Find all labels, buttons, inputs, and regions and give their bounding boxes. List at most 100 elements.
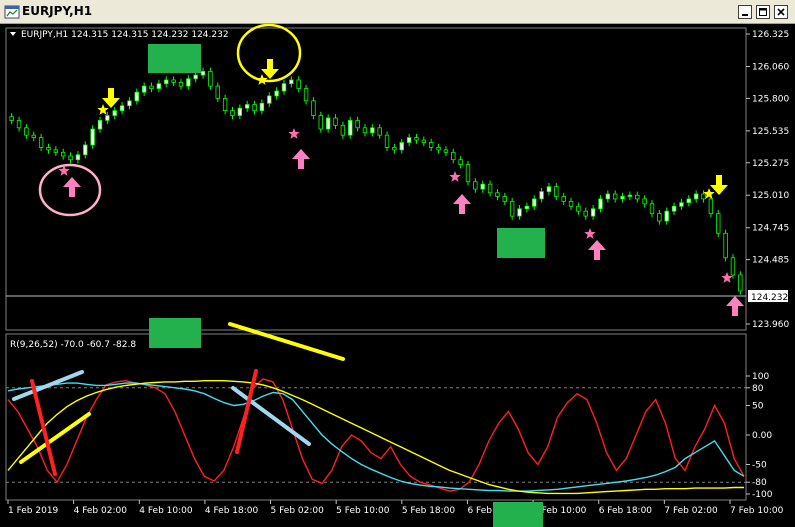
time-tick-label: 7 Feb 02:00 [664,506,718,516]
candle-body [590,208,596,217]
candle-body [171,79,176,83]
time-tick-label: 4 Feb 10:00 [139,506,193,516]
candle-body [576,205,581,212]
oscillator-tick-label: 100 [752,372,769,382]
chart-window-icon [4,5,20,19]
candle-body [97,120,103,130]
candle-body [105,115,110,121]
candle-body [274,90,279,97]
candle-body [370,127,375,134]
candle-body [200,70,206,76]
price-header-label: EURJPY,H1 124.315 124.315 124.232 124.23… [21,30,229,40]
candle-body [61,151,66,157]
candle-body [325,117,331,130]
candle-body [465,164,471,183]
candle-body [208,70,213,87]
candle-body [31,134,36,139]
candle-body [635,194,640,200]
candle-body [46,147,51,151]
candle-body [392,147,397,151]
candle-body [443,149,449,153]
candle-body [333,117,338,126]
candle-body [355,120,360,129]
candle-body [436,147,441,151]
price-tick-label: 126.325 [752,30,789,40]
candle-body [9,116,14,121]
candle-body [428,142,434,148]
candle-body [598,198,603,210]
candle-body [532,198,537,207]
candle-body [303,88,309,102]
candle-body [620,196,625,200]
minimize-button[interactable] [738,5,752,19]
oscillator-tick-label: 50 [752,402,764,412]
candle-body [193,74,198,80]
candle-body [318,115,323,130]
time-tick-label: 1 Feb 2019 [8,506,59,516]
candle-body [156,83,162,89]
candle-body [215,85,220,99]
candle-body [112,110,117,116]
price-tick-label: 124.745 [752,224,789,234]
candle-body [178,82,184,87]
oscillator-tick-label: -100 [752,490,773,500]
candle-body [68,155,73,161]
candle-body [554,186,559,197]
candle-body [642,198,647,205]
time-tick-label: 5 Feb 02:00 [271,506,325,516]
terminal-window: EURJPY,H1 126.325 126.060 125.800 125.535 12… [0,0,795,527]
candle-body [259,102,265,112]
candle-body [252,104,257,112]
candle-body [664,210,669,222]
oscillator-tick-label: -80 [752,478,767,488]
title-bar[interactable]: EURJPY,H1 [0,0,795,24]
candle-body [539,191,544,200]
candle-body [289,79,294,85]
candle-body [90,128,95,146]
green-box-2 [497,228,545,258]
price-tick-label: 125.800 [752,94,789,104]
candle-body [730,257,736,276]
candle-body [723,232,728,259]
candle-body [502,196,507,202]
window-title: EURJPY,H1 [22,4,93,18]
candle-body [222,97,228,112]
oscillator-header-label: R(9,26,52) -70.0 -60.7 -82.8 [10,340,136,350]
candle-body [362,127,368,134]
candle-body [38,137,44,148]
candle-body [487,183,493,194]
candle-body [24,127,29,136]
candle-body [340,124,346,136]
minimize-icon [742,14,748,16]
candle-body [546,186,552,192]
candle-body [657,213,662,222]
candle-body [141,85,147,93]
candle-body [495,192,500,197]
candle-body [649,203,655,215]
candle-body [406,137,412,143]
time-tick-label: 5 Feb 10:00 [336,506,390,516]
current-price-label: 124.232 [751,293,788,303]
candle-body [605,193,611,200]
oscillator-tick-label: 0.00 [752,431,772,441]
time-tick-label: 5 Feb 18:00 [402,506,456,516]
maximize-button[interactable] [756,5,770,19]
candle-body [568,200,574,207]
close-icon [777,8,785,16]
candle-body [16,120,22,129]
oscillator-tick-label: -50 [752,461,767,471]
price-tick-label: 126.060 [752,62,789,72]
time-tick-label: 4 Feb 02:00 [74,506,128,516]
maximize-icon [759,8,767,16]
price-tick-label: 125.010 [752,191,789,201]
candle-body [480,183,485,190]
candle-body [377,127,382,136]
close-button[interactable] [774,5,788,19]
candle-body [296,79,301,89]
green-box-3 [149,318,201,348]
candle-body [451,151,456,161]
candle-body [119,105,125,112]
candle-body [164,79,169,85]
candle-body [384,134,390,148]
candle-body [53,149,59,153]
